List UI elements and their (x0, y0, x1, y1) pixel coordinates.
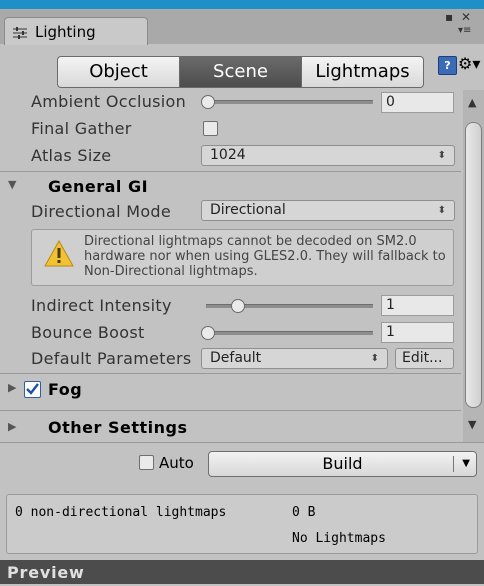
updown-icon: ⬍ (437, 150, 446, 161)
scroll-down-icon[interactable]: ▼ (468, 418, 476, 431)
mode-object-button[interactable]: Object (57, 56, 179, 88)
atlas-size-label: Atlas Size (31, 146, 112, 165)
scroll-up-icon[interactable]: ▲ (468, 96, 476, 109)
indirect-intensity-slider-knob[interactable] (231, 299, 245, 313)
default-parameters-label: Default Parameters (31, 349, 192, 368)
window-top-strip (0, 0, 484, 9)
ambient-occlusion-slider-track[interactable] (206, 100, 373, 104)
bounce-boost-label: Bounce Boost (31, 323, 145, 342)
build-button-label: Build (322, 454, 363, 473)
mode-lightmaps-button[interactable]: Lightmaps (302, 56, 424, 88)
vertical-scrollbar[interactable]: ▲ ▼ (463, 90, 484, 442)
final-gather-checkbox[interactable] (203, 121, 218, 136)
close-icon[interactable]: ✕ (461, 10, 471, 24)
ambient-occlusion-label: Ambient Occlusion (31, 92, 187, 111)
bounce-boost-slider-knob[interactable] (201, 326, 215, 340)
indirect-intensity-label: Indirect Intensity (31, 296, 172, 315)
section-divider (0, 442, 484, 443)
atlas-size-dropdown[interactable]: 1024 ⬍ (201, 145, 455, 166)
directional-mode-dropdown[interactable]: Directional ⬍ (201, 200, 455, 221)
settings-panel: Ambient Occlusion 0 Final Gather Atlas S… (0, 90, 461, 442)
default-parameters-dropdown[interactable]: Default ⬍ (201, 348, 388, 369)
mode-scene-button[interactable]: Scene (179, 56, 302, 88)
general-gi-header[interactable]: General GI (48, 177, 148, 196)
maximize-icon[interactable]: ▪ (445, 10, 453, 24)
updown-icon: ⬍ (370, 353, 379, 364)
help-icon[interactable]: ? (438, 56, 457, 75)
expand-triangle-icon[interactable]: ▼ (8, 178, 16, 191)
bounce-boost-field[interactable]: 1 (381, 322, 454, 343)
updown-icon: ⬍ (437, 205, 446, 216)
stats-lightmaps: No Lightmaps (292, 531, 386, 546)
warning-icon (44, 239, 74, 271)
lighting-tab-icon (12, 25, 28, 39)
stats-nondirectional: 0 non-directional lightmaps (15, 505, 227, 520)
preview-header[interactable]: Preview (0, 560, 484, 584)
bounce-boost-slider-track[interactable] (206, 331, 373, 335)
auto-label: Auto (159, 454, 194, 472)
ambient-occlusion-slider-knob[interactable] (201, 95, 215, 109)
warning-text: Directional lightmaps cannot be decoded … (84, 234, 446, 279)
section-divider (0, 373, 461, 374)
gear-icon[interactable]: ⚙▾ (458, 54, 480, 73)
scrollbar-thumb[interactable] (465, 122, 482, 408)
stats-size: 0 B (292, 505, 316, 520)
section-divider (0, 410, 461, 411)
fog-header[interactable]: Fog (48, 380, 82, 399)
collapse-triangle-icon[interactable]: ▶ (8, 381, 16, 394)
build-dropdown-icon[interactable]: ▼ (462, 452, 470, 476)
section-divider (0, 171, 461, 172)
window-menu-icon[interactable]: ▾≡ (458, 25, 471, 36)
directional-mode-label: Directional Mode (31, 202, 172, 221)
collapse-triangle-icon[interactable]: ▶ (8, 420, 16, 433)
check-icon (26, 383, 39, 395)
auto-checkbox[interactable] (139, 455, 154, 470)
atlas-size-value: 1024 (210, 147, 246, 163)
build-separator (453, 456, 454, 472)
final-gather-label: Final Gather (31, 119, 132, 138)
tab-lighting-label: Lighting (35, 23, 96, 41)
indirect-intensity-field[interactable]: 1 (381, 295, 454, 316)
edit-parameters-button[interactable]: Edit... (395, 348, 454, 369)
directional-mode-value: Directional (210, 202, 286, 218)
other-settings-header[interactable]: Other Settings (48, 418, 187, 437)
warning-helpbox: Directional lightmaps cannot be decoded … (31, 229, 454, 286)
mode-selector: Object Scene Lightmaps (57, 56, 424, 88)
build-button[interactable]: Build ▼ (208, 451, 477, 477)
ambient-occlusion-field[interactable]: 0 (381, 92, 454, 113)
default-parameters-value: Default (210, 350, 262, 366)
lightmap-stats: 0 non-directional lightmaps 0 B No Light… (6, 494, 478, 554)
fog-checkbox[interactable] (24, 381, 41, 398)
